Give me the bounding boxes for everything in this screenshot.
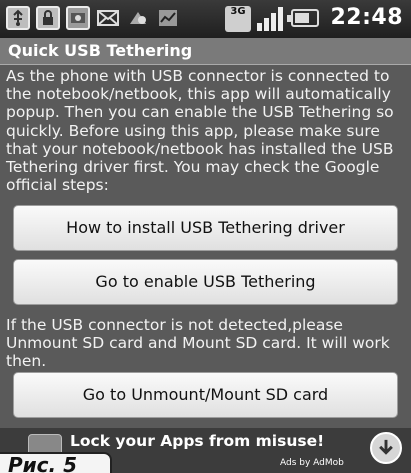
note-text: If the USB connector is not detected,ple… <box>6 316 390 371</box>
install-driver-button[interactable]: How to install USB Tethering driver <box>13 205 398 251</box>
status-bar: 3G 22:48 <box>0 0 411 38</box>
mail-icon <box>96 6 120 30</box>
chart-icon <box>156 6 180 30</box>
battery-icon <box>287 9 319 27</box>
photo-icon <box>66 6 90 30</box>
network-type-icon: 3G <box>225 6 251 32</box>
status-clock: 22:48 <box>330 5 403 30</box>
notification-icon <box>126 6 150 30</box>
enable-tethering-button[interactable]: Go to enable USB Tethering <box>13 259 398 305</box>
ad-attribution: Ads by AdMob <box>280 458 344 468</box>
download-arrow-icon[interactable] <box>370 432 402 464</box>
app-title-bar: Quick USB Tethering <box>0 38 411 65</box>
lock-app-icon <box>36 6 60 30</box>
intro-text: As the phone with USB connector is conne… <box>6 67 394 195</box>
app-title: Quick USB Tethering <box>8 41 193 60</box>
ad-text[interactable]: Lock your Apps from misuse! <box>70 432 324 450</box>
usb-icon <box>6 6 30 30</box>
phone-screen: 3G 22:48 Quick USB Tethering As the phon… <box>0 0 411 473</box>
signal-icon <box>257 7 283 31</box>
figure-caption: Рис. 5 <box>0 452 112 473</box>
unmount-sd-button[interactable]: Go to Unmount/Mount SD card <box>13 372 398 418</box>
